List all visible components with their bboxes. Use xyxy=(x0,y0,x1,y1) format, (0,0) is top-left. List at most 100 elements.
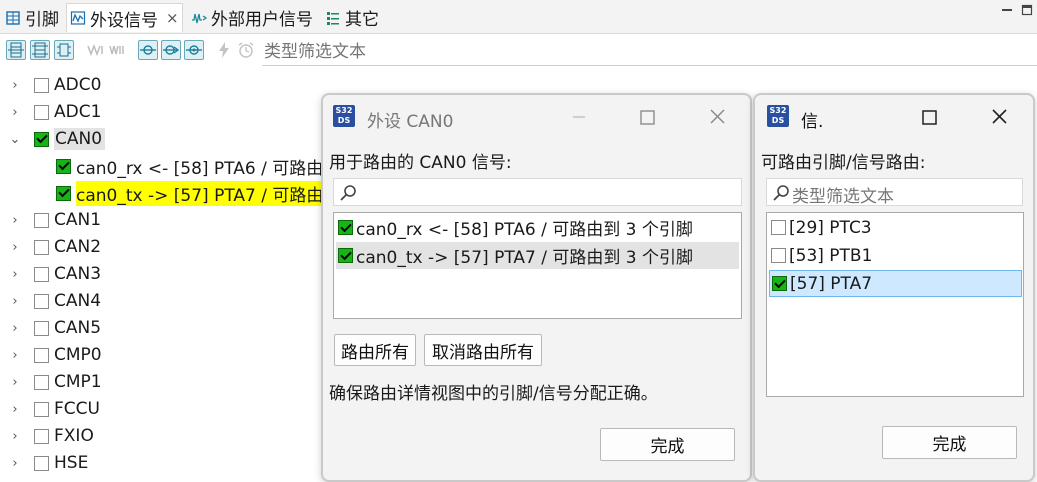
checkbox-checked[interactable] xyxy=(34,131,49,147)
tree-item-label: ADC1 xyxy=(54,102,102,122)
chevron-right-icon[interactable]: › xyxy=(8,321,22,336)
tab-label: 其它 xyxy=(345,10,379,30)
route-through-icon[interactable] xyxy=(161,40,181,60)
checkbox-checked[interactable] xyxy=(56,185,71,201)
lightning-icon[interactable] xyxy=(214,40,234,60)
list-item[interactable]: [29] PTC3 xyxy=(769,214,1021,241)
checkbox-checked[interactable] xyxy=(338,220,353,235)
done-button[interactable]: 完成 xyxy=(882,426,1017,459)
checkbox[interactable] xyxy=(34,77,49,93)
checkbox[interactable] xyxy=(34,347,49,363)
chevron-right-icon[interactable]: › xyxy=(8,240,22,255)
maximize-icon[interactable] xyxy=(625,103,669,131)
tree-item-adc0[interactable]: › ADC0 xyxy=(0,72,101,98)
tree-item-fccu[interactable]: › FCCU xyxy=(0,396,100,422)
list-item-selected[interactable]: [57] PTA7 xyxy=(769,270,1022,297)
tree-item-can0-rx[interactable]: can0_rx <- [58] PTA6 / 可路由 xyxy=(42,153,323,179)
checkbox[interactable] xyxy=(34,320,49,336)
pin-search-input[interactable]: 类型筛选文本 xyxy=(766,178,1023,207)
checkbox[interactable] xyxy=(34,212,49,228)
app-logo-icon: S32 DS xyxy=(333,105,355,127)
checkbox[interactable] xyxy=(771,220,786,235)
dialog-heading: 用于路由的 CAN0 信号: xyxy=(329,153,512,173)
checkbox[interactable] xyxy=(34,428,49,444)
tree-item-adc1[interactable]: › ADC1 xyxy=(0,99,101,125)
chevron-right-icon[interactable]: › xyxy=(8,402,22,417)
tree-item-cmp1[interactable]: › CMP1 xyxy=(0,369,101,395)
tab-bar: 引脚 外设信号 × 外部用户信号 其它 xyxy=(0,0,1037,34)
wave-multi-icon[interactable] xyxy=(108,40,128,60)
checkbox[interactable] xyxy=(34,401,49,417)
tree-item-label: HSE xyxy=(54,453,89,473)
list-item[interactable]: [53] PTB1 xyxy=(769,242,1021,269)
list-item[interactable]: can0_rx <- [58] PTA6 / 可路由到 3 个引脚 xyxy=(336,214,739,241)
tree-item-can1[interactable]: › CAN1 xyxy=(0,207,101,233)
alarm-clock-icon[interactable] xyxy=(236,40,256,60)
route-all-button[interactable]: 路由所有 xyxy=(334,334,416,366)
checkbox-checked[interactable] xyxy=(56,158,71,174)
chevron-right-icon[interactable]: › xyxy=(8,456,22,471)
close-icon[interactable] xyxy=(977,103,1021,131)
collapse-all-icon[interactable] xyxy=(30,40,50,60)
checkbox[interactable] xyxy=(34,266,49,282)
checkbox[interactable] xyxy=(34,293,49,309)
list-item-label: can0_tx -> [57] PTA7 / 可路由到 3 个引脚 xyxy=(356,248,693,268)
tab-peripheral-signals[interactable]: 外设信号 × xyxy=(66,3,183,32)
signal-search-input[interactable] xyxy=(333,178,742,206)
tab-label: 引脚 xyxy=(25,10,59,30)
checkbox[interactable] xyxy=(771,248,786,263)
checkbox[interactable] xyxy=(34,104,49,120)
chevron-right-icon[interactable]: › xyxy=(8,105,22,120)
tree-item-can2[interactable]: › CAN2 xyxy=(0,234,101,260)
checkbox-checked[interactable] xyxy=(772,276,787,291)
chevron-right-icon[interactable]: › xyxy=(8,348,22,363)
tree-item-can0[interactable]: ⌄ CAN0 xyxy=(0,126,106,152)
chevron-down-icon[interactable]: ⌄ xyxy=(8,132,22,147)
wave-filter-icon[interactable] xyxy=(86,40,106,60)
maximize-icon[interactable] xyxy=(907,103,951,131)
checkbox[interactable] xyxy=(34,239,49,255)
chevron-right-icon[interactable]: › xyxy=(8,78,22,93)
route-in-icon[interactable] xyxy=(138,40,158,60)
tree-item-hse[interactable]: › HSE xyxy=(0,450,88,476)
tab-other[interactable]: 其它 xyxy=(322,3,382,32)
route-out-icon[interactable] xyxy=(184,40,204,60)
tree-item-label: can0_tx -> [57] PTA7 / 可路由 xyxy=(76,180,344,206)
filter-input[interactable] xyxy=(262,38,1037,66)
chevron-right-icon[interactable]: › xyxy=(8,375,22,390)
tree-item-label: CAN4 xyxy=(54,291,102,311)
tree-item-label: CAN3 xyxy=(54,264,102,284)
chevron-right-icon[interactable]: › xyxy=(8,429,22,444)
dialog-title: 信. xyxy=(801,112,824,132)
tree-item-can3[interactable]: › CAN3 xyxy=(0,261,101,287)
close-icon[interactable]: × xyxy=(166,9,179,27)
tab-pins[interactable]: 引脚 xyxy=(2,3,62,32)
tree-item-cmp0[interactable]: › CMP0 xyxy=(0,342,101,368)
minimize-icon[interactable] xyxy=(557,103,601,131)
expand-all-icon[interactable] xyxy=(6,40,26,60)
unroute-all-button[interactable]: 取消路由所有 xyxy=(424,334,542,366)
chip-view-icon[interactable] xyxy=(54,40,74,60)
tab-external-user-signals[interactable]: 外部用户信号 xyxy=(188,3,316,32)
list-item-selected[interactable]: can0_tx -> [57] PTA7 / 可路由到 3 个引脚 xyxy=(336,242,739,269)
waveform-icon xyxy=(70,11,86,25)
done-button[interactable]: 完成 xyxy=(600,428,735,461)
tree-item-can5[interactable]: › CAN5 xyxy=(0,315,101,341)
tree-item-label: CAN0 xyxy=(54,128,106,150)
tree-item-fxio[interactable]: › FXIO xyxy=(0,423,93,449)
toolbar xyxy=(0,36,1037,68)
close-icon[interactable] xyxy=(695,103,739,131)
minimize-icon[interactable] xyxy=(1001,4,1013,16)
chevron-right-icon[interactable]: › xyxy=(8,294,22,309)
list-item-label: [57] PTA7 xyxy=(790,273,873,294)
tree-item-can4[interactable]: › CAN4 xyxy=(0,288,101,314)
checkbox[interactable] xyxy=(34,374,49,390)
chevron-right-icon[interactable]: › xyxy=(8,267,22,282)
peripheral-can0-dialog: S32 DS 外设 CAN0 用于路由的 CAN0 信号: can0_rx <- … xyxy=(321,93,752,482)
chevron-right-icon[interactable]: › xyxy=(8,213,22,228)
tree-item-label: ADC0 xyxy=(54,75,102,95)
checkbox-checked[interactable] xyxy=(338,248,353,263)
checkbox[interactable] xyxy=(34,455,49,471)
maximize-icon[interactable] xyxy=(1021,4,1033,16)
tree-item-can0-tx[interactable]: can0_tx -> [57] PTA7 / 可路由 xyxy=(42,180,344,206)
